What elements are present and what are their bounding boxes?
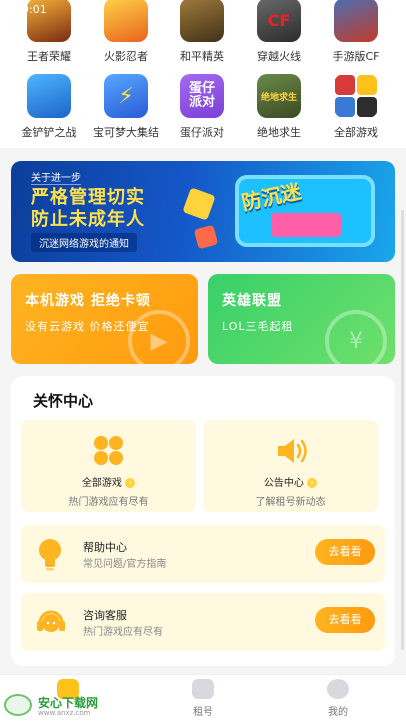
banner-subtitle: 沉迷网络游戏的通知	[31, 233, 137, 252]
chevron-right-icon: ›	[125, 478, 136, 488]
nav-rent[interactable]: 租号	[163, 679, 243, 718]
tile-sub: 了解租号新动态	[255, 497, 326, 508]
game-label: 穿越火线	[257, 50, 301, 63]
headset-icon	[35, 605, 67, 639]
tile-announcements[interactable]: 公告中心 › 了解租号新动态	[203, 420, 378, 512]
danzai-icon: 蛋仔 派对	[180, 74, 224, 118]
game-label: 绝地求生	[257, 126, 301, 139]
tile-title: 公告中心 ›	[203, 474, 378, 489]
anti-addiction-banner[interactable]: 关于进一步 严格管理切实 防止未成年人 沉迷网络游戏的通知 防沉迷	[11, 161, 395, 262]
row-title: 咨询客服	[83, 609, 127, 622]
watermark-url: www.anxz.com	[38, 709, 91, 717]
speaker-icon	[274, 436, 308, 466]
clover-icon	[92, 436, 126, 466]
row-title: 帮助中心	[83, 541, 127, 554]
promo-card-lol[interactable]: 英雄联盟 LOL三毛起租 ¥	[208, 274, 395, 364]
chevron-right-icon: ›	[307, 478, 318, 488]
jinchan-icon	[27, 74, 71, 118]
promo-title: 英雄联盟	[222, 293, 282, 309]
row-help-center[interactable]: 帮助中心 常见问题/官方指南 去看看	[21, 525, 385, 583]
banner-headline: 严格管理切实 防止未成年人	[31, 187, 145, 231]
nav-mine[interactable]: 我的	[298, 679, 378, 718]
promo-title: 本机游戏 拒绝卡顿	[25, 293, 151, 309]
game-label: 王者荣耀	[27, 50, 71, 63]
promo-card-local-game[interactable]: 本机游戏 拒绝卡顿 没有云游戏 价格还便宜 ▶	[11, 274, 198, 364]
game-label: 蛋仔派对	[180, 126, 224, 139]
banner-art-text: 防沉迷	[239, 178, 304, 215]
tile-sub: 热门游戏应有尽有	[68, 497, 149, 508]
tile-all-games[interactable]: 全部游戏 › 热门游戏应有尽有	[21, 420, 196, 512]
decor-cube	[182, 187, 216, 221]
watermark: 安心下载网 www.anxz.com	[0, 684, 110, 722]
game-item-danzai[interactable]: 蛋仔 派对 蛋仔派对	[162, 74, 242, 140]
nav-label: 我的	[328, 707, 348, 718]
tile-title: 全部游戏 ›	[21, 474, 196, 489]
game-label: 火影忍者	[104, 50, 148, 63]
game-label: 手游版CF	[332, 50, 380, 63]
all-games-icon	[334, 74, 378, 118]
scrollbar[interactable]	[401, 210, 404, 650]
row-customer-service[interactable]: 咨询客服 热门游戏应有尽有 去看看	[21, 593, 385, 651]
promo-desc: LOL三毛起租	[222, 320, 294, 333]
game-item-pubg[interactable]: 绝地求生 绝地求生	[239, 74, 319, 140]
lightbulb-icon	[35, 537, 67, 571]
pubg-glyph: 绝地求生	[260, 92, 297, 103]
tile-title-text: 全部游戏	[81, 478, 122, 489]
go-see-button[interactable]: 去看看	[315, 607, 375, 633]
go-see-button[interactable]: 去看看	[315, 539, 375, 565]
game-item-jinchan[interactable]: 金铲铲之战	[9, 74, 89, 140]
game-item-all[interactable]: 全部游戏	[316, 74, 396, 140]
game-console-illustration: 防沉迷	[235, 175, 375, 247]
game-label: 全部游戏	[334, 126, 378, 139]
danzai-glyph: 蛋仔 派对	[188, 81, 215, 110]
row-sub: 热门游戏应有尽有	[83, 627, 163, 638]
tile-title-text: 公告中心	[263, 478, 304, 489]
nav-label: 租号	[193, 707, 213, 718]
yen-icon: ¥	[325, 310, 387, 364]
banner-tag: 关于进一步	[31, 169, 81, 185]
game-item-pokemon[interactable]: ⚡ 宝可梦大集结	[86, 74, 166, 140]
care-title: 关怀中心	[33, 392, 104, 413]
pokemon-glyph: ⚡	[118, 83, 134, 109]
row-sub: 常见问题/官方指南	[83, 559, 167, 570]
pubg-icon: 绝地求生	[257, 74, 301, 118]
play-icon: ▶	[128, 310, 190, 364]
status-right: 0	[387, 3, 394, 16]
status-time: 9:01	[22, 3, 47, 16]
decor-cube	[193, 224, 219, 250]
status-bar: 9:01 0	[0, 0, 406, 22]
game-label: 金铲铲之战	[21, 126, 77, 139]
pokemon-icon: ⚡	[104, 74, 148, 118]
game-grid: 王者荣耀 火影忍者 和平精英 CF 穿越火线 手游版CF 金铲铲之战 ⚡ 宝可梦…	[0, 0, 406, 148]
banner-headline-line1: 严格管理切实	[31, 187, 145, 208]
gamepad-icon	[192, 679, 214, 699]
game-label: 宝可梦大集结	[93, 126, 159, 139]
watermark-logo-icon	[4, 694, 32, 716]
keyboard-illustration	[271, 213, 341, 237]
banner-headline-line2: 防止未成年人	[31, 209, 145, 230]
care-center: 关怀中心 全部游戏 › 热门游戏应有尽有 公告中心 › 了解租号新动态 帮助中心…	[11, 376, 395, 666]
game-label: 和平精英	[180, 50, 224, 63]
user-icon	[327, 679, 349, 699]
